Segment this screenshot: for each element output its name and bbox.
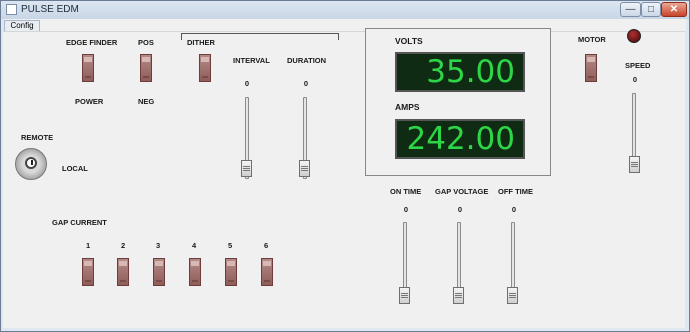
amps-readout: 242.00 [395,119,525,159]
edge-finder-switch[interactable] [82,54,94,82]
motor-indicator-led [627,29,641,43]
pos-label: POS [138,38,154,47]
duration-slider-thumb[interactable] [299,160,310,177]
off-time-value: 0 [511,205,517,214]
gap-voltage-slider-thumb[interactable] [453,287,464,304]
gap-current-switch-1[interactable] [82,258,94,286]
duration-label: DURATION [287,56,327,65]
app-icon [6,4,17,15]
gap-voltage-value: 0 [457,205,463,214]
dither-label: DITHER [187,38,215,47]
knob-pointer [31,160,33,165]
interval-label: INTERVAL [233,56,270,65]
motor-switch[interactable] [585,54,597,82]
minimize-button[interactable]: — [620,2,641,17]
gap-current-switch-5[interactable] [225,258,237,286]
volts-readout: 35.00 [395,52,525,92]
gap-current-label: GAP CURRENT [52,218,107,227]
gap-current-channel-label: 6 [264,241,269,250]
amps-label: AMPS [395,102,420,112]
menu-bar [4,19,686,31]
speed-value: 0 [632,75,638,84]
polarity-switch[interactable] [140,54,152,82]
dither-switch[interactable] [199,54,211,82]
gap-current-switch-4[interactable] [189,258,201,286]
on-time-value: 0 [403,205,409,214]
speed-slider-thumb[interactable] [629,156,640,173]
on-time-slider-thumb[interactable] [399,287,410,304]
gap-current-switch-6[interactable] [261,258,273,286]
volts-label: VOLTS [395,36,423,46]
neg-label: NEG [138,97,155,106]
gap-current-channel-label: 1 [86,241,91,250]
motor-label: MOTOR [578,35,606,44]
off-time-slider-thumb[interactable] [507,287,518,304]
edge-finder-label: EDGE FINDER [66,38,118,47]
duration-value: 0 [303,79,309,88]
gap-current-channel-label: 5 [228,241,233,250]
remote-label: REMOTE [21,133,54,142]
interval-slider-thumb[interactable] [241,160,252,177]
remote-local-selector-knob[interactable] [15,148,47,180]
gap-current-channel-label: 4 [192,241,197,250]
gap-current-channel-label: 2 [121,241,126,250]
close-button[interactable]: ✕ [661,2,687,17]
maximize-button[interactable]: □ [641,2,661,17]
off-time-label: OFF TIME [498,187,533,196]
speed-label: SPEED [625,61,651,70]
local-label: LOCAL [62,164,88,173]
knob-cap [25,157,37,169]
title-bar: PULSE EDM — □ ✕ [1,1,689,19]
gap-current-switch-3[interactable] [153,258,165,286]
control-panel [3,31,685,328]
on-time-label: ON TIME [390,187,422,196]
power-label: POWER [75,97,104,106]
gap-voltage-label: GAP VOLTAGE [435,187,489,196]
window-title: PULSE EDM [21,4,79,15]
interval-value: 0 [244,79,250,88]
gap-current-switch-2[interactable] [117,258,129,286]
gap-current-channel-label: 3 [156,241,161,250]
